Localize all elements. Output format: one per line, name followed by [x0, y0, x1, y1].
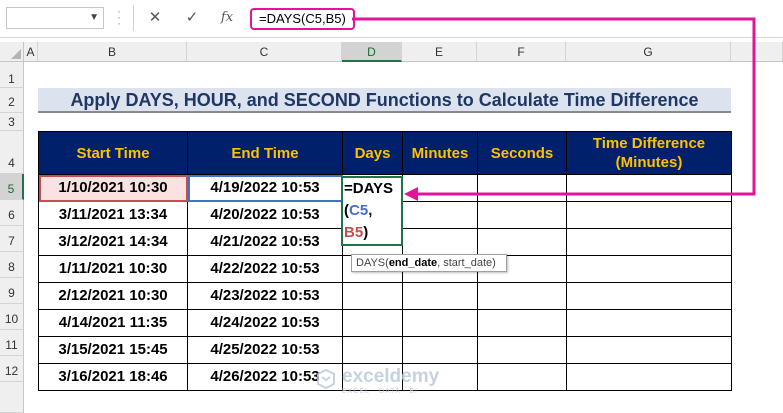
exceldemy-watermark: exceldemy EXCEL · DATA · BI — [316, 366, 466, 398]
cancel-icon[interactable]: ✕ — [142, 7, 168, 29]
cell-start-time[interactable]: 1/10/2021 10:30 — [38, 174, 188, 202]
enter-icon[interactable]: ✓ — [179, 7, 205, 29]
cell-start-time[interactable]: 3/12/2021 14:34 — [38, 228, 188, 256]
row-header-9[interactable]: 9 — [0, 278, 24, 304]
cell-days[interactable] — [342, 309, 403, 337]
cell-time-difference[interactable] — [566, 228, 732, 256]
edit-comma: , — [368, 202, 373, 219]
cell-time-difference[interactable] — [566, 282, 732, 310]
row-header-13[interactable] — [0, 382, 24, 413]
cell-minutes[interactable] — [402, 309, 478, 337]
header-seconds[interactable]: Seconds — [477, 131, 567, 175]
edit-formula-line2: (C5, — [344, 200, 401, 222]
row-header-4[interactable]: 4 — [0, 131, 24, 174]
edit-ref-b5: B5 — [344, 224, 364, 241]
cell-days[interactable] — [342, 336, 403, 364]
tooltip-arg-end-date[interactable]: end_date — [389, 257, 437, 269]
cell-end-time[interactable]: 4/21/2022 10:53 — [187, 228, 343, 256]
chevron-down-icon[interactable]: ▼ — [89, 12, 99, 23]
edit-close-paren: ) — [363, 224, 369, 241]
cell-seconds[interactable] — [477, 309, 567, 337]
column-header-g[interactable]: G — [566, 42, 731, 62]
column-header-a[interactable]: A — [24, 42, 38, 62]
cell-start-time[interactable]: 3/11/2021 13:34 — [38, 201, 188, 229]
cell-start-time[interactable]: 4/14/2021 11:35 — [38, 309, 188, 337]
more-dots-icon[interactable]: · · · — [114, 5, 124, 29]
cell-minutes[interactable] — [402, 336, 478, 364]
insert-function-icon[interactable]: fx — [214, 7, 240, 29]
header-time-difference-line2: (Minutes) — [615, 154, 683, 171]
header-time-difference-line1: Time Difference — [592, 135, 706, 152]
row-header-7[interactable]: 7 — [0, 226, 24, 252]
cell-seconds[interactable] — [477, 282, 567, 310]
cell-seconds[interactable] — [477, 201, 567, 229]
cell-time-difference[interactable] — [566, 363, 732, 391]
row-header-12[interactable]: 12 — [0, 356, 24, 382]
row-header-8[interactable]: 8 — [0, 252, 24, 278]
row-header-11[interactable]: 11 — [0, 330, 24, 356]
row-header-6[interactable]: 6 — [0, 200, 24, 226]
cell-seconds[interactable] — [477, 363, 567, 391]
cell-days[interactable] — [342, 282, 403, 310]
cell-time-difference[interactable] — [566, 201, 732, 229]
cell-end-time[interactable]: 4/22/2022 10:53 — [187, 255, 343, 283]
cell-minutes[interactable] — [402, 282, 478, 310]
table-row: 4/14/2021 11:35 4/24/2022 10:53 — [38, 309, 732, 337]
row-header-10[interactable]: 10 — [0, 304, 24, 330]
cell-end-time[interactable]: 4/25/2022 10:53 — [187, 336, 343, 364]
name-box[interactable]: ▼ — [6, 7, 104, 29]
watermark-name: exceldemy — [342, 366, 440, 387]
cell-start-time[interactable]: 3/15/2021 15:45 — [38, 336, 188, 364]
cell-start-time[interactable]: 1/11/2021 10:30 — [38, 255, 188, 283]
formula-bar-divider — [133, 5, 134, 31]
header-end-time[interactable]: End Time — [187, 131, 343, 175]
column-header-d[interactable]: D — [342, 42, 402, 62]
cell-start-time[interactable]: 2/12/2021 10:30 — [38, 282, 188, 310]
tooltip-arg-start-date[interactable]: , start_date) — [437, 257, 496, 269]
edit-formula-line3: B5) — [344, 222, 401, 244]
cell-end-time[interactable]: 4/23/2022 10:53 — [187, 282, 343, 310]
row-header-5[interactable]: 5 — [0, 174, 24, 200]
cell-seconds[interactable] — [477, 336, 567, 364]
header-start-time[interactable]: Start Time — [38, 131, 188, 175]
cell-time-difference[interactable] — [566, 309, 732, 337]
column-header-b[interactable]: B — [38, 42, 187, 62]
cell-time-difference[interactable] — [566, 174, 732, 202]
row-header-1[interactable]: 1 — [0, 62, 24, 88]
function-tooltip[interactable]: DAYS(end_date, start_date) — [351, 254, 507, 272]
watermark-subtitle: EXCEL · DATA · BI — [342, 388, 418, 395]
header-minutes[interactable]: Minutes — [402, 131, 478, 175]
table-row: 2/12/2021 10:30 4/23/2022 10:53 — [38, 282, 732, 310]
select-all-corner[interactable] — [0, 42, 24, 62]
row-header-3[interactable]: 3 — [0, 113, 24, 131]
cell-end-time[interactable]: 4/24/2022 10:53 — [187, 309, 343, 337]
row-header-2[interactable]: 2 — [0, 88, 24, 113]
exceldemy-logo-icon — [317, 369, 335, 389]
formula-bar: ▼ · · · ✕ ✓ fx =DAYS(C5,B5) — [0, 0, 783, 38]
sheet-title[interactable]: Apply DAYS, HOUR, and SECOND Functions t… — [38, 88, 731, 113]
cell-seconds[interactable] — [477, 174, 567, 202]
column-header-e[interactable]: E — [402, 42, 477, 62]
cell-end-time[interactable]: 4/19/2022 10:53 — [187, 174, 343, 202]
header-time-difference[interactable]: Time Difference (Minutes) — [566, 131, 732, 175]
formula-input[interactable]: =DAYS(C5,B5) — [250, 8, 355, 30]
cell-time-difference[interactable] — [566, 255, 732, 283]
cell-end-time[interactable]: 4/20/2022 10:53 — [187, 201, 343, 229]
cell-minutes[interactable] — [402, 174, 478, 202]
cell-minutes[interactable] — [402, 201, 478, 229]
table-row: 3/15/2021 15:45 4/25/2022 10:53 — [38, 336, 732, 364]
column-header-f[interactable]: F — [477, 42, 566, 62]
edit-ref-c5: C5 — [349, 202, 369, 219]
cell-time-difference[interactable] — [566, 336, 732, 364]
column-header-h[interactable] — [731, 42, 783, 62]
tooltip-function: DAYS( — [356, 257, 389, 269]
cell-start-time[interactable]: 3/16/2021 18:46 — [38, 363, 188, 391]
cell-seconds[interactable] — [477, 228, 567, 256]
column-header-c[interactable]: C — [187, 42, 342, 62]
header-days[interactable]: Days — [342, 131, 403, 175]
edit-formula-line1: =DAYS — [344, 180, 394, 197]
cell-minutes[interactable] — [402, 228, 478, 256]
cell-d5-editor[interactable]: =DAYS (C5, B5) — [341, 176, 403, 246]
